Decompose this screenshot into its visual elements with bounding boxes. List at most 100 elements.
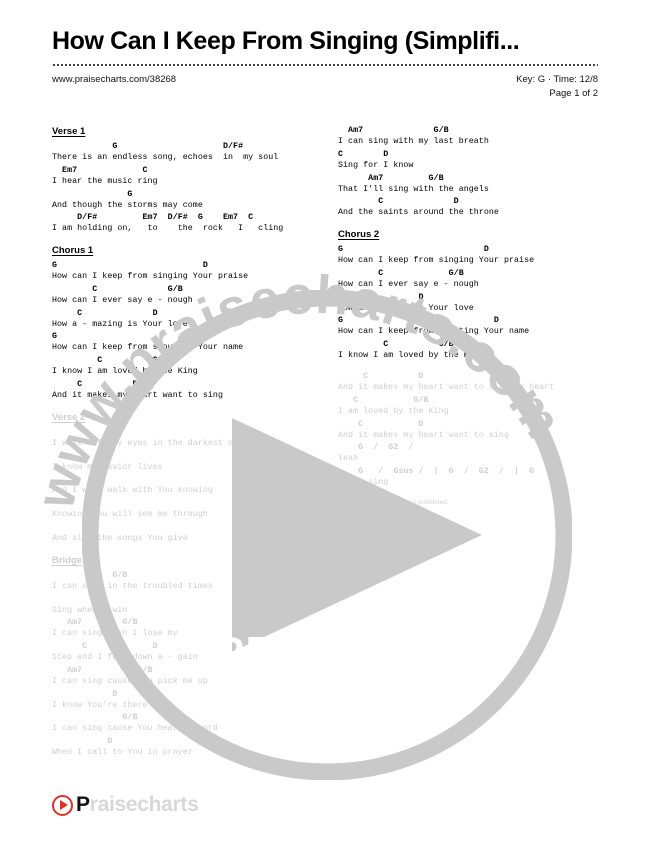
lyric-row: Knowing You will see me through — [52, 510, 208, 520]
chord-row: D — [52, 689, 118, 699]
chord-lyric-line: C G/B How can I ever say e - nough — [52, 285, 312, 306]
chord-lyric-line: C D How a - mazing is Your love — [52, 309, 312, 330]
page-header: How Can I Keep From Singing (Simplifi...… — [52, 28, 598, 101]
chart-body: Verse 1 G D/F# There is an endless song, … — [52, 126, 598, 806]
section-heading: Bridge — [52, 554, 83, 566]
right-column: Am7 G/B I can sing with my last breath C D… — [338, 126, 598, 806]
chord-row: Em7 C — [52, 165, 148, 175]
chord-lyric-line: D When I call to You in prayer — [52, 737, 312, 758]
header-divider — [52, 64, 598, 66]
chart-section: Chorus 1G D How can I keep from singing Y… — [52, 245, 312, 401]
chord-row: C D — [338, 197, 459, 207]
chord-lyric-line: G/B I can sing in the troubled times — [52, 571, 312, 592]
chord-row: G / G2 / — [338, 443, 414, 453]
lyric-row: And though the storms may come — [52, 200, 203, 210]
chord-lyric-line: C G/B I know I am loved by the King — [338, 340, 598, 361]
lyric-row: I can sing cause you pick me up — [52, 676, 208, 686]
chord-lyric-line: Am7 G/B That I'll sing with the angels — [338, 174, 598, 195]
logo-text-dark: P — [76, 793, 90, 816]
lyric-row: And it makes my heart want to sing — [338, 430, 509, 440]
lyric-row: I can sing in the troubled times — [52, 581, 213, 591]
left-column: Verse 1 G D/F# There is an endless song, … — [52, 126, 312, 806]
chord-lyric-line: Am7 G/B I can sing with my last breath — [338, 126, 598, 147]
chord-row: G D — [52, 261, 208, 271]
chord-lyric-line: G D How can I keep from shouting Your nam… — [52, 332, 312, 353]
logo-wordmark: Praisecharts — [76, 793, 199, 817]
praisecharts-logo[interactable]: Praisecharts — [52, 793, 199, 817]
chord-lyric-line: G / Gsus / | G / G2 / | GI can sing — [338, 467, 598, 488]
lyric-row: I can sing — [338, 478, 389, 488]
lyric-row: How a - mazing is Your love — [52, 319, 188, 329]
section-heading: Chorus 2 — [338, 229, 380, 241]
chord-row: C D — [338, 292, 424, 302]
lyric-row: I hear the music ring — [52, 176, 158, 186]
chord-row — [52, 428, 312, 439]
chord-row: C D — [338, 372, 424, 382]
chord-lyric-line: I know my Savior lives — [52, 452, 312, 473]
logo-text-light: raisecharts — [89, 793, 199, 816]
chart-section: Verse 1 G D/F# There is an endless song, … — [52, 126, 312, 234]
lyric-row: I can sing with my last breath — [338, 137, 489, 146]
section-heading: Chorus 1 — [52, 245, 94, 257]
lyric-row: I am holding on, to the rock I cling — [52, 224, 284, 234]
lyric-row: How can I keep from singing Your praise — [52, 272, 249, 282]
lyric-row: And it makes my heart want to sing my he… — [338, 383, 555, 393]
lyric-row: How can I ever say e - nough — [52, 295, 193, 305]
chart-section: Chorus 2G D How can I keep from singing Y… — [338, 229, 598, 361]
lyric-row: I know You're there — [52, 700, 148, 710]
chord-row: C D — [338, 419, 424, 429]
chord-row: C D — [52, 308, 158, 318]
lyric-row: Sing when I win — [52, 605, 128, 615]
lyric-row: How a - mazing is Your love — [338, 303, 474, 313]
chord-row: G — [52, 189, 133, 199]
chord-lyric-line: C D And it makes my heart want to sing — [338, 420, 598, 441]
lyric-row: How can I keep from singing Your praise — [338, 256, 535, 266]
chord-row: G D — [338, 316, 499, 326]
lyric-row: I am loved by the King — [338, 406, 449, 416]
chord-row: C G/B — [338, 268, 464, 278]
chord-lyric-line: C D How a - mazing is Your love — [338, 293, 598, 314]
chord-lyric-line: DI know You're there — [52, 690, 312, 711]
chord-lyric-line: And sing the songs You give — [52, 523, 312, 544]
lyric-row: I can sing cause You hear me Lord — [52, 724, 218, 734]
chord-row: G D — [52, 332, 213, 342]
lyric-row: I know my Savior lives — [52, 462, 163, 472]
chord-lyric-line: G And though the storms may come — [52, 190, 312, 211]
page-indicator: Page 1 of 2 — [549, 87, 598, 99]
chord-row: C G/B — [52, 284, 183, 294]
chart-section: Verse 2 I will lift my eyes in the darke… — [52, 412, 312, 544]
chord-row — [52, 523, 312, 534]
copyright-notice: Unauthorized distribution is prohibited. — [338, 498, 449, 506]
chord-row: C D — [52, 380, 138, 390]
chord-row: D — [52, 594, 98, 604]
chord-lyric-line: G D/F# There is an endless song, echoes i… — [52, 142, 312, 163]
chord-row — [52, 475, 312, 486]
lyric-row: I know I am loved by the King — [338, 351, 484, 361]
chord-row — [52, 452, 312, 463]
chord-row: Am7 G/B — [338, 173, 444, 183]
lyric-row: And the saints around the throne — [338, 208, 499, 218]
chord-lyric-line: Knowing You will see me through — [52, 499, 312, 520]
chord-lyric-line: C D And the saints around the throne — [338, 197, 598, 218]
chart-section: C D And it makes my heart want to sing my… — [338, 372, 598, 488]
chord-lyric-line: C G/B How can I ever say e - nough — [338, 269, 598, 290]
chord-row — [52, 499, 312, 510]
chord-chart-page: How Can I Keep From Singing (Simplifi...… — [0, 0, 650, 850]
page-title: How Can I Keep From Singing (Simplifi... — [52, 28, 520, 55]
chord-lyric-line: And I will walk with You knowing — [52, 475, 312, 496]
chord-row: G/B — [52, 713, 138, 723]
chart-section: Am7 G/B I can sing with my last breath C D… — [338, 126, 598, 218]
chord-row: D — [52, 737, 113, 747]
chord-row: C G/B — [338, 340, 454, 350]
lyric-row: I know I am loved by the King — [52, 367, 198, 377]
chord-lyric-line: Em7 CI hear the music ring — [52, 166, 312, 187]
chord-lyric-line: C G/B I am loved by the King — [338, 396, 598, 417]
lyric-row: And it makes my heart want to sing — [52, 391, 223, 401]
lyric-row: Yeah — [338, 454, 359, 464]
chord-lyric-line: C D And it makes my heart want to sing my… — [338, 372, 598, 393]
source-url[interactable]: www.praisecharts.com/38268 — [52, 73, 176, 85]
chord-row: G/B — [52, 570, 128, 580]
chord-lyric-line: C D Sing for I know — [338, 150, 598, 171]
lyric-row: When I call to You in prayer — [52, 748, 193, 758]
chord-row: G D — [338, 245, 489, 255]
